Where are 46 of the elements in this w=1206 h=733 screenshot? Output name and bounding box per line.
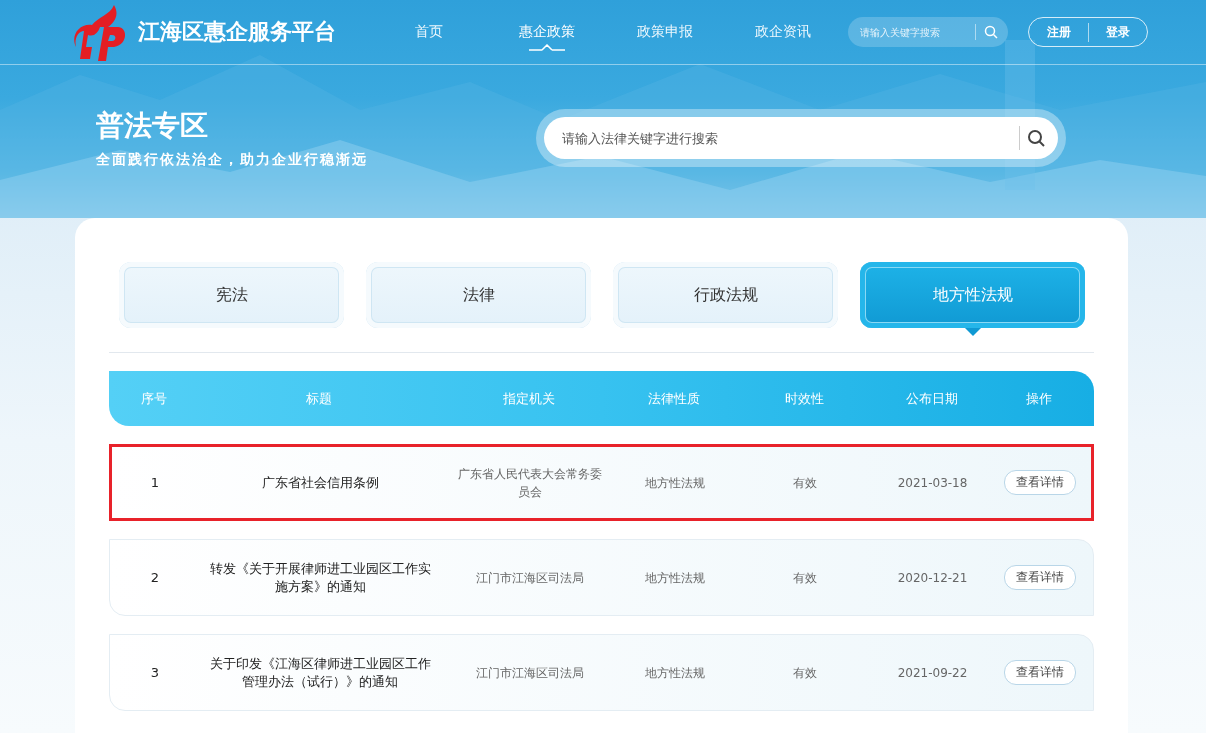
table-cell-text: 有效	[792, 569, 818, 587]
table-cell-text: 广东省社会信用条例	[260, 473, 380, 492]
nav-link[interactable]: 惠企政策	[488, 8, 606, 56]
table-cell-text: 有效	[792, 474, 818, 492]
logo-icon	[74, 3, 128, 61]
table-cell-text: 转发《关于开展律师进工业园区工作实施方案》的通知	[208, 559, 432, 596]
detail-button[interactable]: 查看详情	[1003, 660, 1076, 685]
tab-pointer-icon	[964, 328, 981, 336]
table-cell-text: 2021-03-18	[896, 474, 969, 492]
search-icon[interactable]	[1027, 129, 1045, 147]
table-cell-text: 地方性法规	[644, 474, 706, 492]
table-cell-text: 3	[149, 663, 161, 682]
nav-link[interactable]: 政策申报	[606, 8, 724, 56]
table-cell-text: 广东省人民代表大会常务委员会	[457, 465, 603, 501]
table-cell-text: 关于印发《江海区律师进工业园区工作管理办法（试行）》的通知	[208, 654, 432, 691]
column-header: 法律性质	[647, 389, 701, 408]
table-cell-text: 江门市江海区司法局	[475, 569, 585, 587]
table-cell-text: 地方性法规	[644, 664, 706, 682]
column-header: 操作	[1024, 389, 1053, 408]
page-title: 普法专区	[96, 108, 209, 144]
column-header: 指定机关	[502, 389, 556, 408]
nav-link[interactable]: 政企资讯	[724, 8, 842, 56]
column-header: 公布日期	[904, 389, 959, 408]
table-cell-text: 2020-12-21	[896, 569, 969, 587]
table-cell-text: 2	[149, 568, 161, 587]
detail-button[interactable]: 查看详情	[1003, 565, 1076, 590]
column-header: 时效性	[783, 389, 825, 408]
table-cell-text: 地方性法规	[644, 569, 706, 587]
table-cell-text: 2021-09-22	[896, 664, 969, 682]
detail-button[interactable]: 查看详情	[1003, 470, 1076, 495]
table-cell-text: 江门市江海区司法局	[475, 664, 585, 682]
site-title: 江海区惠企服务平台	[138, 17, 337, 46]
table-cell-text: 有效	[792, 664, 818, 682]
nav-link[interactable]: 首页	[370, 8, 488, 56]
category-tab[interactable]: 法律	[366, 262, 591, 328]
register-button[interactable]: 注册	[1029, 22, 1088, 42]
active-indicator-icon	[529, 43, 565, 52]
category-tab[interactable]: 地方性法规	[860, 262, 1085, 328]
category-tab[interactable]: 行政法规	[613, 262, 838, 328]
table-cell-text: 1	[149, 473, 161, 492]
category-tab[interactable]: 宪法	[119, 262, 344, 328]
column-header: 标题	[305, 389, 333, 408]
page-subtitle: 全面践行依法治企，助力企业行稳渐远	[96, 151, 369, 169]
column-header: 序号	[140, 389, 168, 408]
law-search-field[interactable]: 请输入法律关键字进行搜索	[544, 117, 1058, 159]
login-button[interactable]: 登录	[1088, 22, 1147, 42]
